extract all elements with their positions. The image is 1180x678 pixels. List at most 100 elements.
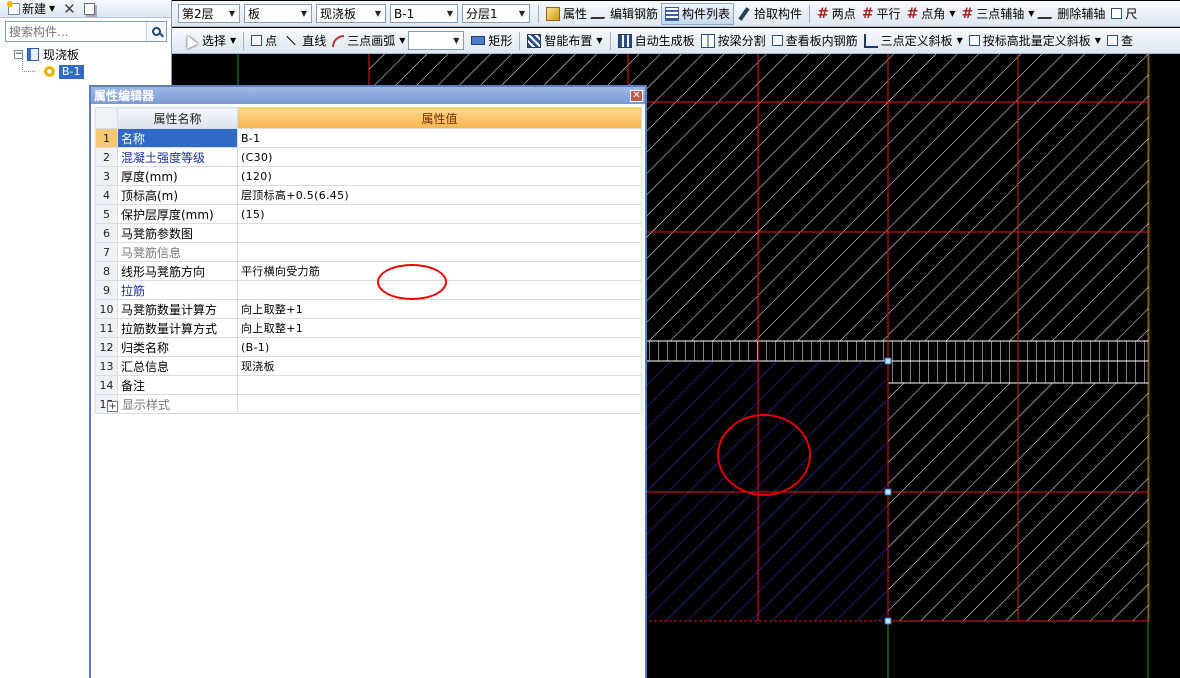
table-row[interactable]: 9 拉筋 bbox=[95, 280, 642, 300]
property-value[interactable]: 向上取整+1 bbox=[237, 318, 642, 338]
smart-layout-button[interactable]: 智能布置 ▼ bbox=[524, 30, 605, 52]
layer-select[interactable]: 分层1 ▼ bbox=[462, 4, 530, 23]
property-value[interactable]: B-1 bbox=[237, 128, 642, 148]
close-icon: ✕ bbox=[63, 0, 76, 18]
properties-button[interactable]: 属性 bbox=[543, 3, 590, 25]
tree-item-child[interactable]: B-1 bbox=[14, 59, 84, 80]
view-slab-rebar-button[interactable]: 查看板内钢筋 bbox=[769, 30, 861, 52]
split-by-beam-button[interactable]: 按梁分割 bbox=[698, 30, 769, 52]
property-name[interactable]: 汇总信息 bbox=[117, 356, 238, 376]
two-point-button[interactable]: # 两点 bbox=[814, 3, 859, 25]
property-value[interactable] bbox=[237, 375, 642, 395]
property-name[interactable]: + 显示样式 bbox=[107, 394, 238, 414]
property-name[interactable]: 备注 bbox=[117, 375, 238, 395]
grip-handle[interactable] bbox=[884, 488, 892, 496]
table-row[interactable]: 8 线形马凳筋方向 平行横向受力筋 bbox=[95, 261, 642, 281]
property-name[interactable]: 名称 bbox=[117, 128, 238, 148]
property-name[interactable]: 顶标高(m) bbox=[117, 185, 238, 205]
button-label: 点 bbox=[265, 34, 278, 48]
table-row[interactable]: 14 备注 bbox=[95, 375, 642, 395]
property-table: 属性名称 属性值 1 名称 B-1 2 混凝土强度等级 (C30) 3 厚度(m… bbox=[95, 107, 642, 414]
parallel-button[interactable]: # 平行 bbox=[859, 3, 904, 25]
property-name[interactable]: 拉筋数量计算方式 bbox=[117, 318, 238, 338]
split-icon bbox=[700, 33, 715, 48]
search-button[interactable] bbox=[146, 22, 166, 41]
button-label: 查看板内钢筋 bbox=[785, 34, 858, 48]
new-button[interactable]: 新建 ▼ bbox=[6, 0, 57, 17]
select-button[interactable]: 选择 ▼ bbox=[178, 30, 239, 52]
property-value[interactable]: (B-1) bbox=[237, 337, 642, 357]
cursor-icon bbox=[182, 32, 198, 49]
table-row[interactable]: 4 顶标高(m) 层顶标高+0.5(6.45) bbox=[95, 185, 642, 205]
component-select[interactable]: B-1 ▼ bbox=[390, 4, 458, 23]
property-name[interactable]: 马凳筋信息 bbox=[117, 242, 238, 262]
property-value[interactable] bbox=[237, 394, 642, 414]
property-value[interactable]: (C30) bbox=[237, 147, 642, 167]
table-row[interactable]: 13 汇总信息 现浇板 bbox=[95, 356, 642, 376]
table-row[interactable]: 2 混凝土强度等级 (C30) bbox=[95, 147, 642, 167]
button-label: 两点 bbox=[831, 7, 856, 21]
property-value[interactable] bbox=[237, 242, 642, 262]
table-row[interactable]: 1 名称 B-1 bbox=[95, 128, 642, 148]
dimension-button[interactable]: 尺 bbox=[1108, 3, 1140, 25]
table-row[interactable]: 15 +显示样式 bbox=[95, 394, 642, 414]
slope-icon bbox=[863, 33, 878, 48]
table-row[interactable]: 3 厚度(mm) (120) bbox=[95, 166, 642, 186]
search-input[interactable] bbox=[6, 22, 146, 41]
delete-axis-button[interactable]: 删除辅轴 bbox=[1037, 3, 1108, 25]
collapse-icon[interactable]: − bbox=[14, 50, 23, 59]
property-name[interactable]: 拉筋 bbox=[117, 280, 238, 300]
table-row[interactable]: 7 马凳筋信息 bbox=[95, 242, 642, 262]
table-row[interactable]: 6 马凳筋参数图 bbox=[95, 223, 642, 243]
property-value[interactable]: 层顶标高+0.5(6.45) bbox=[237, 185, 642, 205]
property-value[interactable]: (15) bbox=[237, 204, 642, 224]
property-value[interactable]: 平行横向受力筋 bbox=[237, 261, 642, 281]
chevron-down-icon: ▼ bbox=[49, 4, 56, 13]
table-row[interactable]: 5 保护层厚度(mm) (15) bbox=[95, 204, 642, 224]
table-row[interactable]: 10 马凳筋数量计算方 向上取整+1 bbox=[95, 299, 642, 319]
property-value[interactable]: 现浇板 bbox=[237, 356, 642, 376]
property-name[interactable]: 归类名称 bbox=[117, 337, 238, 357]
three-point-arc-button[interactable]: 三点画弧 ▼ bbox=[329, 30, 408, 52]
line-button[interactable]: 直线 bbox=[280, 30, 329, 52]
property-name[interactable]: 马凳筋数量计算方 bbox=[117, 299, 238, 319]
rectangle-button[interactable]: 矩形 bbox=[468, 30, 515, 52]
three-point-slope-button[interactable]: 三点定义斜板 ▼ bbox=[861, 30, 966, 52]
dialog-titlebar[interactable]: 属性编辑器 ✕ bbox=[91, 87, 645, 104]
chevron-down-icon: ▼ bbox=[1094, 36, 1101, 45]
edit-rebar-button[interactable]: 编辑钢筋 bbox=[590, 3, 661, 25]
property-name[interactable]: 厚度(mm) bbox=[117, 166, 238, 186]
type-select[interactable]: 现浇板 ▼ bbox=[316, 4, 386, 23]
pick-component-button[interactable]: 拾取构件 bbox=[734, 3, 805, 25]
batch-slope-button[interactable]: 按标高批量定义斜板 ▼ bbox=[966, 30, 1104, 52]
property-editor-dialog: 属性编辑器 ✕ 属性名称 属性值 1 名称 B-1 2 混凝土强度等级 (C30… bbox=[89, 85, 647, 678]
property-value[interactable] bbox=[237, 223, 642, 243]
point-icon bbox=[251, 35, 263, 46]
property-name[interactable]: 马凳筋参数图 bbox=[117, 223, 238, 243]
delete-button[interactable]: ✕ bbox=[61, 0, 78, 18]
copy-button[interactable] bbox=[82, 2, 97, 15]
expand-icon[interactable]: + bbox=[107, 400, 118, 412]
close-icon[interactable]: ✕ bbox=[630, 89, 643, 102]
property-name[interactable]: 混凝土强度等级 bbox=[117, 147, 238, 167]
property-value[interactable]: 向上取整+1 bbox=[237, 299, 642, 319]
component-list-button[interactable]: 构件列表 bbox=[661, 2, 735, 25]
category-select[interactable]: 板 ▼ bbox=[244, 4, 312, 23]
property-name[interactable]: 保护层厚度(mm) bbox=[117, 204, 238, 224]
point-angle-button[interactable]: # 点角 ▼ bbox=[904, 3, 959, 25]
property-name[interactable]: 线形马凳筋方向 bbox=[117, 261, 238, 281]
grip-handle[interactable] bbox=[884, 357, 892, 365]
table-row[interactable]: 12 归类名称 (B-1) bbox=[95, 337, 642, 357]
floor-select[interactable]: 第2层 ▼ bbox=[178, 4, 240, 23]
arc-option-select[interactable]: ▼ bbox=[408, 31, 465, 50]
point-button[interactable]: 点 bbox=[248, 30, 280, 52]
auto-generate-slab-button[interactable]: 自动生成板 bbox=[615, 30, 698, 52]
three-point-axis-button[interactable]: # 三点辅轴 ▼ bbox=[958, 3, 1037, 25]
query-button[interactable]: 查 bbox=[1104, 30, 1136, 52]
chevron-down-icon: ▼ bbox=[399, 36, 406, 45]
grip-handle[interactable] bbox=[884, 617, 892, 625]
property-value[interactable]: (120) bbox=[237, 166, 642, 186]
table-row[interactable]: 11 拉筋数量计算方式 向上取整+1 bbox=[95, 318, 642, 338]
chevron-down-icon: ▼ bbox=[956, 36, 963, 45]
property-value[interactable] bbox=[237, 280, 642, 300]
